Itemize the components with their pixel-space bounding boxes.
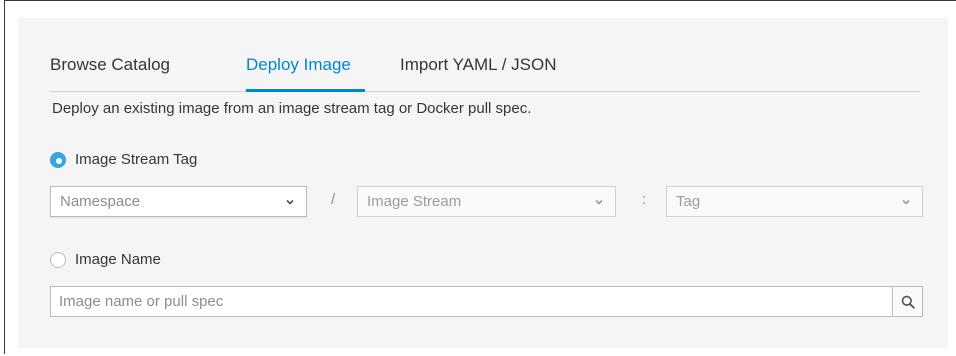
radio-unchecked-icon[interactable] bbox=[50, 251, 66, 268]
namespace-select-value: Namespace bbox=[60, 193, 141, 210]
radio-image-stream-tag-label: Image Stream Tag bbox=[75, 151, 198, 168]
colon-separator: : bbox=[642, 191, 647, 208]
namespace-select[interactable]: Namespace bbox=[50, 186, 307, 217]
tag-select[interactable]: Tag bbox=[666, 186, 923, 217]
tab-browse-catalog[interactable]: Browse Catalog bbox=[50, 55, 170, 75]
search-button[interactable] bbox=[892, 286, 923, 317]
chevron-down-icon bbox=[286, 199, 294, 205]
chevron-down-icon bbox=[902, 199, 910, 205]
tab-bar: Browse Catalog Deploy Image Import YAML … bbox=[50, 40, 920, 92]
image-stream-select-value: Image Stream bbox=[367, 193, 462, 210]
radio-image-name[interactable]: Image Name bbox=[50, 251, 161, 268]
image-name-input[interactable] bbox=[50, 286, 893, 317]
tab-import-yaml-json[interactable]: Import YAML / JSON bbox=[400, 55, 557, 75]
slash-separator: / bbox=[331, 191, 336, 208]
image-stream-select[interactable]: Image Stream bbox=[357, 186, 616, 217]
deploy-description: Deploy an existing image from an image s… bbox=[52, 100, 532, 117]
radio-image-name-label: Image Name bbox=[75, 251, 161, 268]
tag-select-value: Tag bbox=[676, 193, 701, 210]
radio-checked-icon[interactable] bbox=[50, 151, 66, 168]
active-tab-indicator bbox=[246, 89, 365, 92]
tab-deploy-image[interactable]: Deploy Image bbox=[246, 55, 351, 75]
deploy-panel: Browse Catalog Deploy Image Import YAML … bbox=[18, 18, 948, 348]
radio-image-stream-tag[interactable]: Image Stream Tag bbox=[50, 151, 197, 168]
search-icon bbox=[901, 295, 915, 309]
chevron-down-icon bbox=[595, 199, 603, 205]
